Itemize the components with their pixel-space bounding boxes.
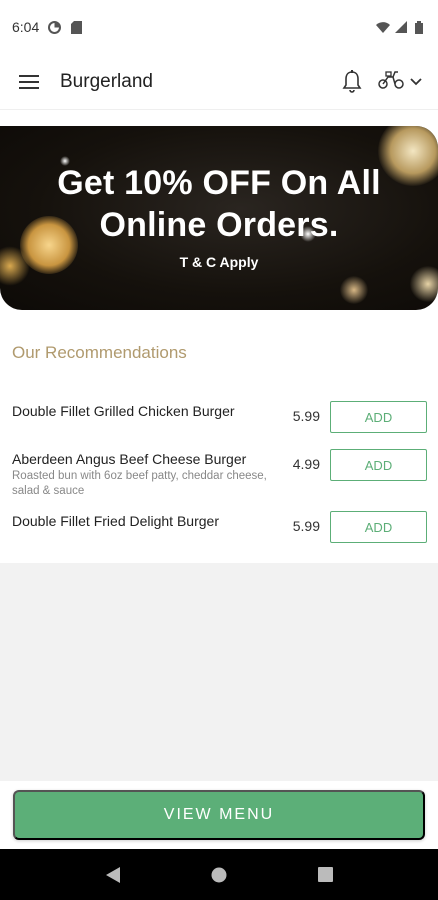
- item-name: Aberdeen Angus Beef Cheese Burger: [12, 451, 247, 467]
- app-title: Burgerland: [60, 70, 153, 92]
- wifi-icon: [376, 20, 390, 34]
- banner-headline: Get 10% OFF On All Online Orders.: [57, 164, 381, 244]
- recents-icon[interactable]: [305, 855, 345, 895]
- signal-icon: [394, 20, 408, 34]
- battery-icon: [412, 20, 426, 34]
- home-icon[interactable]: [199, 855, 239, 895]
- bell-icon[interactable]: [342, 69, 362, 94]
- section-title: Our Recommendations: [12, 343, 187, 362]
- promo-banner[interactable]: Get 10% OFF On All Online Orders. T & C …: [0, 126, 438, 310]
- delivery-mode-selector[interactable]: [378, 69, 422, 94]
- bokeh-light: [340, 276, 368, 304]
- data-saver-icon: [47, 20, 61, 34]
- item-price: 5.99: [292, 518, 320, 534]
- status-time: 6:04: [12, 19, 40, 35]
- item-name: Double Fillet Grilled Chicken Burger: [12, 403, 235, 419]
- add-button[interactable]: ADD: [330, 511, 427, 543]
- back-icon[interactable]: [93, 855, 133, 895]
- item-description: Roasted bun with 6oz beef patty, cheddar…: [12, 470, 267, 497]
- item-name: Double Fillet Fried Delight Burger: [12, 513, 219, 529]
- add-button[interactable]: ADD: [330, 401, 427, 433]
- banner-terms: T & C Apply: [179, 254, 259, 270]
- chevron-down-icon: [410, 73, 422, 91]
- bokeh-light: [410, 266, 438, 302]
- empty-area: [0, 563, 438, 781]
- item-price: 4.99: [292, 456, 320, 472]
- app-bar: Burgerland: [0, 54, 438, 110]
- add-button[interactable]: ADD: [330, 449, 427, 481]
- item-price: 5.99: [292, 408, 320, 424]
- scooter-icon: [378, 69, 404, 94]
- bottom-action-bar: VIEW MENU: [0, 781, 438, 849]
- status-bar: 6:04: [0, 0, 438, 54]
- view-menu-button[interactable]: VIEW MENU: [13, 790, 425, 840]
- system-nav-bar: [0, 849, 438, 900]
- sim-card-icon: [69, 20, 83, 34]
- hamburger-menu-icon[interactable]: [16, 69, 42, 95]
